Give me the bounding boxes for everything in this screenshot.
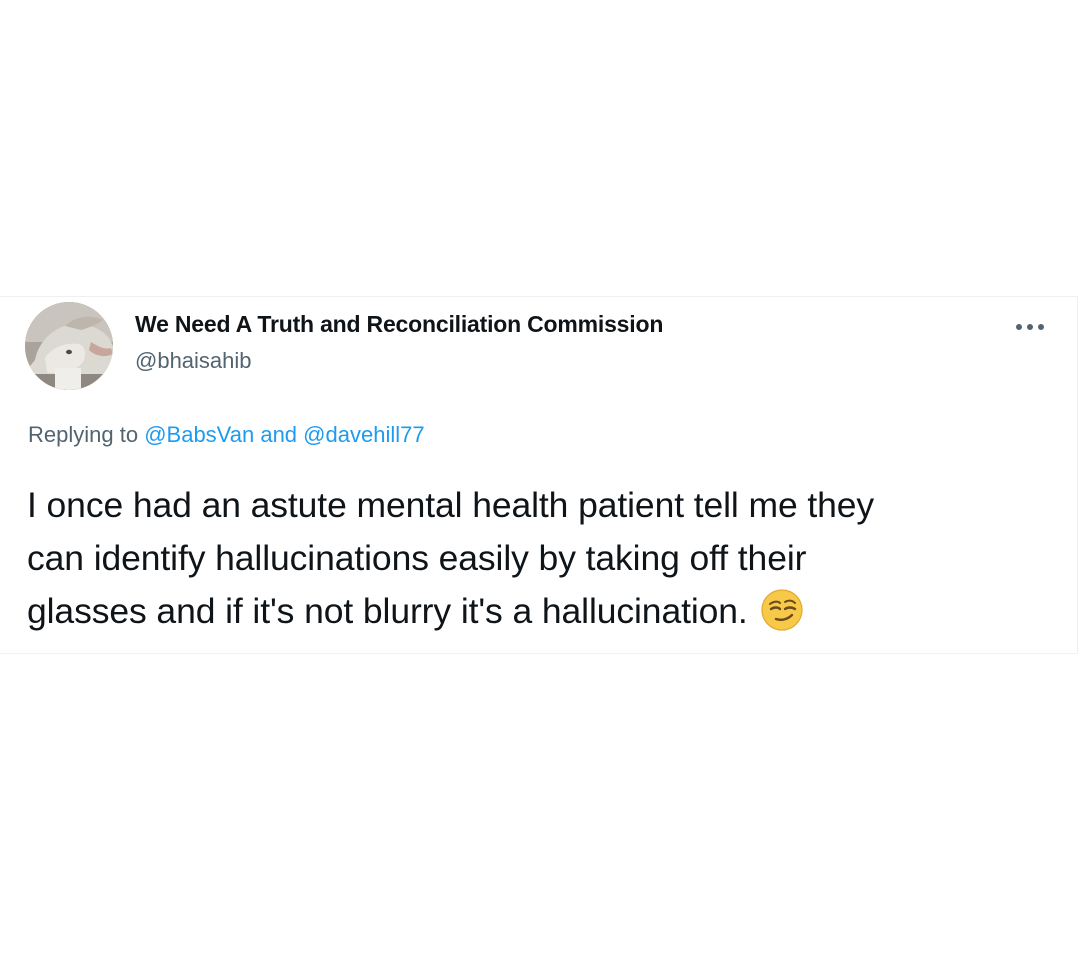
author-handle[interactable]: @bhaisahib	[135, 348, 252, 374]
replying-to-line: Replying to @BabsVan and @davehill77	[28, 422, 425, 448]
mention-link-babsvan[interactable]: @BabsVan	[144, 422, 254, 447]
tweet-card: We Need A Truth and Reconciliation Commi…	[0, 296, 1078, 654]
tweet-text-line-last: glasses and if it's not blurry it's a ha…	[27, 585, 1057, 638]
tweet-text-line: I once had an astute mental health patie…	[27, 485, 875, 525]
author-display-name[interactable]: We Need A Truth and Reconciliation Commi…	[135, 311, 663, 338]
tweet-text-line: can identify hallucinations easily by ta…	[27, 538, 807, 578]
avatar[interactable]	[25, 302, 113, 390]
mention-link-davehill77[interactable]: @davehill77	[303, 422, 424, 447]
replying-to-label: Replying to	[28, 422, 139, 447]
more-options-button[interactable]	[1012, 314, 1048, 340]
more-horizontal-icon	[1016, 324, 1044, 330]
avatar-goat-image	[25, 302, 113, 390]
mention-separator: and	[260, 422, 298, 447]
tweet-text: I once had an astute mental health patie…	[27, 479, 1057, 638]
tweet-text-line-content: glasses and if it's not blurry it's a ha…	[27, 591, 748, 631]
smirking-face-emoji-icon	[761, 589, 803, 631]
